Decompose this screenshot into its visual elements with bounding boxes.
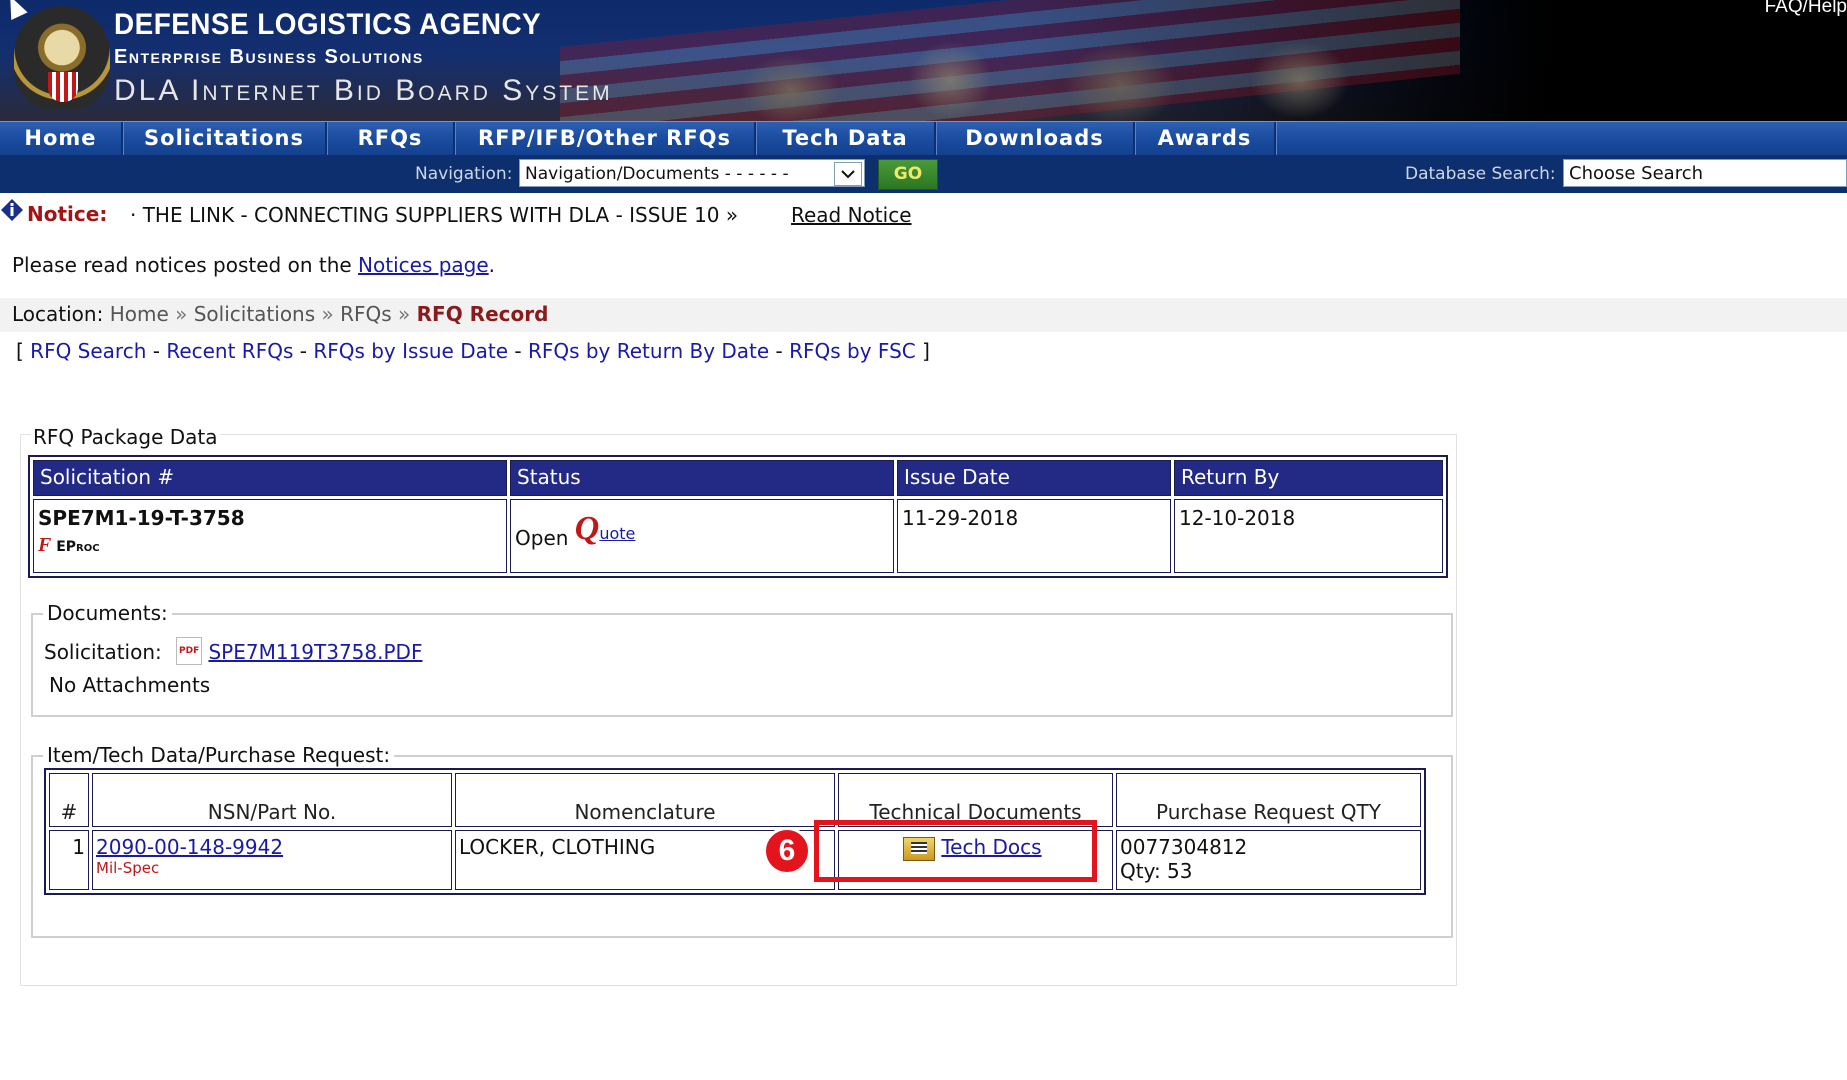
- nav-tech-data[interactable]: Tech Data: [756, 122, 936, 155]
- breadcrumb-separator: »: [175, 302, 188, 326]
- breadcrumb: Location: Home » Solicitations » RFQs » …: [12, 302, 548, 326]
- rfqs-by-return-date-link[interactable]: RFQs by Return By Date: [528, 339, 769, 363]
- header-nsn: NSN/Part No.: [92, 773, 452, 827]
- quote-q-icon: Q: [574, 510, 600, 547]
- military-photo-collage: [700, 10, 1460, 121]
- purchase-request-cell: 0077304812 Qty: 53: [1116, 830, 1421, 890]
- solicitation-number: SPE7M1-19-T-3758: [38, 506, 245, 530]
- documents-legend: Documents:: [43, 601, 172, 625]
- nav-home[interactable]: Home: [0, 122, 123, 155]
- nav-rfqs[interactable]: RFQs: [327, 122, 455, 155]
- nsn-link[interactable]: 2090-00-148-9942: [96, 835, 283, 859]
- header-return-by: Return By: [1174, 460, 1443, 496]
- step-number-badge: 6: [763, 827, 811, 875]
- navigation-select[interactable]: Navigation/Documents - - - - - -: [519, 159, 865, 187]
- read-notice-link[interactable]: Read Notice: [791, 203, 912, 227]
- rfqs-by-issue-date-link[interactable]: RFQs by Issue Date: [313, 339, 508, 363]
- link-separator: -: [299, 339, 307, 363]
- agency-title: DEFENSE LOGISTICS AGENCY: [114, 8, 542, 41]
- recent-rfqs-link[interactable]: Recent RFQs: [166, 339, 293, 363]
- notices-message-suffix: .: [488, 253, 496, 277]
- items-legend: Item/Tech Data/Purchase Request:: [43, 743, 395, 767]
- nav-awards[interactable]: Awards: [1135, 122, 1276, 155]
- item-number: 1: [49, 830, 89, 890]
- header-solicitation: Solicitation #: [33, 460, 507, 496]
- highlight-box: [814, 820, 1097, 882]
- issue-date-value: 11-29-2018: [897, 499, 1171, 573]
- main-navigation: Home Solicitations RFQs RFP/IFB/Other RF…: [0, 121, 1847, 156]
- rfq-package-table: Solicitation # Status Issue Date Return …: [28, 455, 1448, 578]
- location-label: Location:: [12, 302, 104, 326]
- solicitation-pdf-link[interactable]: SPE7M119T3758.PDF: [208, 640, 422, 664]
- database-search-value: Choose Search: [1569, 163, 1704, 184]
- notices-page-link[interactable]: Notices page: [358, 253, 489, 277]
- info-icon: [1, 199, 23, 221]
- bracket-open: [: [16, 339, 24, 363]
- header-technical-documents: Technical Documents: [838, 773, 1113, 827]
- attachments-text: No Attachments: [49, 673, 211, 697]
- quote-link[interactable]: Quote: [575, 510, 636, 547]
- notices-message: Please read notices posted on the Notice…: [12, 253, 495, 277]
- eproc-badge: F EProc: [38, 534, 502, 557]
- rfq-package-title: RFQ Package Data: [31, 425, 220, 449]
- purchase-request-number: 0077304812: [1120, 835, 1248, 859]
- agency-subtitle: Enterprise Business Solutions: [114, 46, 424, 68]
- header-status: Status: [510, 460, 894, 496]
- breadcrumb-current: RFQ Record: [416, 302, 549, 326]
- nav-downloads[interactable]: Downloads: [936, 122, 1135, 155]
- rfq-quick-links: [ RFQ Search - Recent RFQs - RFQs by Iss…: [16, 339, 930, 363]
- sub-toolbar: Navigation: Navigation/Documents - - - -…: [0, 155, 1847, 193]
- system-title: DLA Internet Bid Board System: [114, 74, 613, 107]
- faq-help-link[interactable]: FAQ/Help: [1765, 0, 1847, 18]
- breadcrumb-separator: »: [398, 302, 411, 326]
- status-value: Open: [515, 526, 569, 550]
- solicitation-doc-row: Solicitation: PDF SPE7M119T3758.PDF: [44, 637, 422, 671]
- items-table: # NSN/Part No. Nomenclature Technical Do…: [44, 768, 1426, 895]
- header-issue-date: Issue Date: [897, 460, 1171, 496]
- eproc-label: EProc: [56, 539, 100, 555]
- purchase-request-qty: Qty: 53: [1120, 859, 1193, 883]
- site-banner: DEFENSE LOGISTICS AGENCY Enterprise Busi…: [0, 0, 1847, 121]
- navigation-select-value: Navigation/Documents - - - - - -: [525, 164, 789, 184]
- database-search-label: Database Search:: [1405, 164, 1556, 184]
- chevron-down-icon[interactable]: [834, 162, 862, 186]
- breadcrumb-solicitations[interactable]: Solicitations: [194, 302, 315, 326]
- mouse-cursor-icon: [2, 0, 28, 20]
- header-nomenclature: Nomenclature: [455, 773, 835, 827]
- quote-link-text[interactable]: uote: [599, 524, 635, 543]
- pdf-icon: PDF: [176, 637, 203, 665]
- bracket-close: ]: [922, 339, 930, 363]
- navigation-label: Navigation:: [415, 164, 513, 184]
- rfqs-by-fsc-link[interactable]: RFQs by FSC: [789, 339, 916, 363]
- database-search-select[interactable]: Choose Search: [1563, 159, 1847, 187]
- breadcrumb-separator: »: [321, 302, 334, 326]
- header-purchase-request-qty: Purchase Request QTY: [1116, 773, 1421, 827]
- status-cell: Open Quote: [510, 499, 894, 573]
- rfq-search-link[interactable]: RFQ Search: [30, 339, 146, 363]
- breadcrumb-rfqs[interactable]: RFQs: [340, 302, 392, 326]
- link-separator: -: [514, 339, 522, 363]
- dla-seal-logo: [14, 6, 110, 110]
- nav-rfp-ifb-other-rfqs[interactable]: RFP/IFB/Other RFQs: [455, 122, 756, 155]
- breadcrumb-home[interactable]: Home: [110, 302, 169, 326]
- link-separator: -: [152, 339, 160, 363]
- go-button[interactable]: GO: [878, 159, 938, 190]
- notice-text: · THE LINK - CONNECTING SUPPLIERS WITH D…: [130, 203, 739, 227]
- nav-solicitations[interactable]: Solicitations: [123, 122, 327, 155]
- header-item-number: #: [49, 773, 89, 827]
- table-row: 1 2090-00-148-9942 Mil-Spec LOCKER, CLOT…: [49, 830, 1421, 890]
- notices-message-prefix: Please read notices posted on the: [12, 253, 352, 277]
- nsn-cell: 2090-00-148-9942 Mil-Spec: [92, 830, 452, 890]
- solicitation-cell: SPE7M1-19-T-3758 F EProc: [33, 499, 507, 573]
- link-separator: -: [775, 339, 783, 363]
- notice-label: Notice:: [27, 202, 108, 226]
- eproc-icon: F: [38, 534, 52, 556]
- return-by-value: 12-10-2018: [1174, 499, 1443, 573]
- mil-spec-label: Mil-Spec: [96, 859, 160, 877]
- solicitation-doc-label: Solicitation:: [44, 640, 162, 664]
